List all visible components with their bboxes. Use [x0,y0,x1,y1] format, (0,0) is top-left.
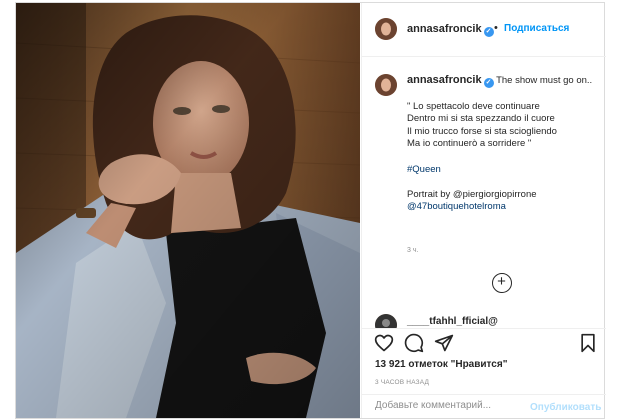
post-photo[interactable] [16,3,360,418]
avatar[interactable] [375,18,397,40]
comment-input[interactable] [375,400,525,411]
avatar-image [375,74,397,96]
share-button[interactable] [434,333,454,353]
caption-line: Ma io continuerò a sorridere " [407,138,532,150]
load-more-comments-button[interactable]: + [492,273,512,293]
plus-circle-icon: + [497,273,506,290]
username-text: annasafroncik [407,23,482,35]
caption-line: The show must go on.. [496,75,593,86]
post-side-panel: annasafroncik ✓ • Подписаться annasafronc… [361,3,606,418]
commenter-avatar[interactable] [375,314,397,328]
heart-icon [374,334,394,352]
caption-blank-line [407,88,597,101]
avatar-image [375,314,397,328]
commenter-username[interactable]: ____tfahhl_fficial@ [407,316,498,327]
avatar-image [375,18,397,40]
avatar[interactable] [375,74,397,96]
separator-dot: • [494,22,498,34]
caption-username-link[interactable]: annasafroncik ✓ [407,74,494,88]
caption-username-text: annasafroncik [407,74,482,86]
paper-plane-icon [434,334,454,352]
comment-icon [404,333,424,353]
caption-line: Il mio trucco forse si sta sciogliendo [407,125,557,137]
caption-blank-line [407,176,597,189]
like-button[interactable] [374,333,394,353]
instagram-post: annasafroncik ✓ • Подписаться annasafronc… [15,2,606,419]
caption-line-credit: Portrait by @piergiorgiopirrone [407,189,597,202]
caption-credit-text: Portrait by @piergiorgiopirrone [407,188,537,200]
publish-button[interactable]: Опубликовать [530,402,601,413]
comments-area[interactable]: annasafroncik ✓ The show must go on.. " L… [362,58,606,328]
caption-timestamp[interactable]: 3 ч. [407,247,418,254]
verified-badge-icon: ✓ [483,78,494,88]
caption-line: Dentro mi si sta spezzando il cuore [407,113,555,125]
portrait-image [16,3,360,418]
bookmark-icon [581,333,595,353]
post-actions: 13 921 отметок "Нравится" 3 ЧАСОВ НАЗАД … [362,328,606,418]
likes-count[interactable]: 13 921 отметок "Нравится" [375,359,507,370]
post-timestamp[interactable]: 3 ЧАСОВ НАЗАД [375,379,429,386]
verified-badge-icon: ✓ [483,27,494,37]
username-link[interactable]: annasafroncik ✓ [407,23,494,37]
post-caption: annasafroncik ✓ The show must go on.. " L… [407,74,597,214]
comment-button[interactable] [404,333,424,353]
add-comment-bar: Опубликовать [362,394,606,419]
follow-button[interactable]: Подписаться [504,23,569,34]
save-button[interactable] [578,333,598,353]
caption-line: " Lo spettacolo deve continuare [407,100,540,112]
post-header: annasafroncik ✓ • Подписаться [362,3,606,57]
mention-link[interactable]: @47boutiquehotelroma [407,201,506,212]
caption-blank-line [407,151,597,164]
hashtag-link[interactable]: #Queen [407,164,441,175]
